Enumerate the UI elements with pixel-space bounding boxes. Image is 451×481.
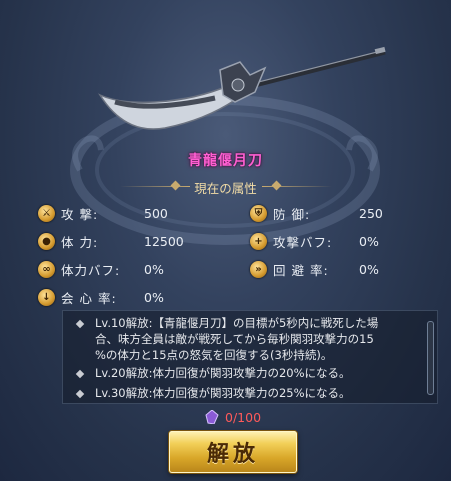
stat-label: 防 御: <box>273 206 311 222</box>
evade-icon: » <box>250 260 267 278</box>
stat-value: 0% <box>359 233 379 249</box>
description-line: Lv.30解放:体力回復が関羽攻撃力の25%になる。 <box>95 386 351 400</box>
stat-label: 攻撃バフ: <box>273 234 333 250</box>
critical-icon: ↓ <box>38 288 55 306</box>
bullet-icon <box>75 369 85 379</box>
unlock-button[interactable]: 解放 <box>169 431 297 473</box>
description-line: 合、味方全員は敵が戦死してから毎秒関羽攻撃力の15 <box>95 332 374 346</box>
stat-value: 12500 <box>144 233 184 249</box>
description-line: Lv.20解放:体力回復が関羽攻撃力の20%になる。 <box>95 366 351 380</box>
attributes-header: 現在の属性 <box>0 177 451 197</box>
stat-critical: ↓ 会 心 率: 0% <box>38 287 164 307</box>
glaive-weapon-image <box>98 46 386 130</box>
sword-icon: ⚔ <box>38 204 55 222</box>
stat-label: 回 避 率: <box>273 262 329 278</box>
stat-value: 250 <box>359 205 383 221</box>
stat-attack: ⚔ 攻 撃: 500 <box>38 203 168 223</box>
stat-label: 会 心 率: <box>61 290 117 306</box>
description-line: %の体力と15点の怒気を回復する(3秒持続)。 <box>95 348 333 362</box>
stat-value: 0% <box>144 289 164 305</box>
attributes-title: 現在の属性 <box>194 181 257 196</box>
description-line: Lv.10解放:【青龍偃月刀】の目標が5秒内に戦死した場 <box>95 316 379 330</box>
unlock-button-label: 解放 <box>206 442 259 467</box>
sword-buff-icon: + <box>250 232 267 250</box>
stat-label: 体 力: <box>61 234 99 250</box>
stat-label: 攻 撃: <box>61 206 99 222</box>
bullet-icon <box>75 319 85 329</box>
cost-row: 0/100 <box>0 408 451 428</box>
drop-icon: ● <box>38 232 55 250</box>
description-scrollbar[interactable] <box>427 321 434 395</box>
weapon-panel: 青龍偃月刀 現在の属性 ⚔ 攻 撃: 500 ⛨ 防 御: 250 ● 体 力:… <box>0 0 451 481</box>
stat-label: 体力バフ: <box>61 262 121 278</box>
stat-value: 500 <box>144 205 168 221</box>
shield-icon: ⛨ <box>250 204 267 222</box>
drop-buff-icon: ∞ <box>38 260 55 278</box>
stat-hp-buff: ∞ 体力バフ: 0% <box>38 259 164 279</box>
stat-hp: ● 体 力: 12500 <box>38 231 184 251</box>
stat-value: 0% <box>359 261 379 277</box>
header-deco-right <box>262 186 332 187</box>
weapon-name: 青龍偃月刀 <box>188 153 263 169</box>
stat-defense: ⛨ 防 御: 250 <box>250 203 383 223</box>
cost-text: 0/100 <box>225 410 262 425</box>
bullet-icon <box>75 389 85 399</box>
stat-value: 0% <box>144 261 164 277</box>
gem-icon <box>205 410 219 424</box>
stat-evade: » 回 避 率: 0% <box>250 259 379 279</box>
stat-attack-buff: + 攻撃バフ: 0% <box>250 231 379 251</box>
unlock-description-box[interactable]: Lv.10解放:【青龍偃月刀】の目標が5秒内に戦死した場 合、味方全員は敵が戦死… <box>62 310 438 404</box>
